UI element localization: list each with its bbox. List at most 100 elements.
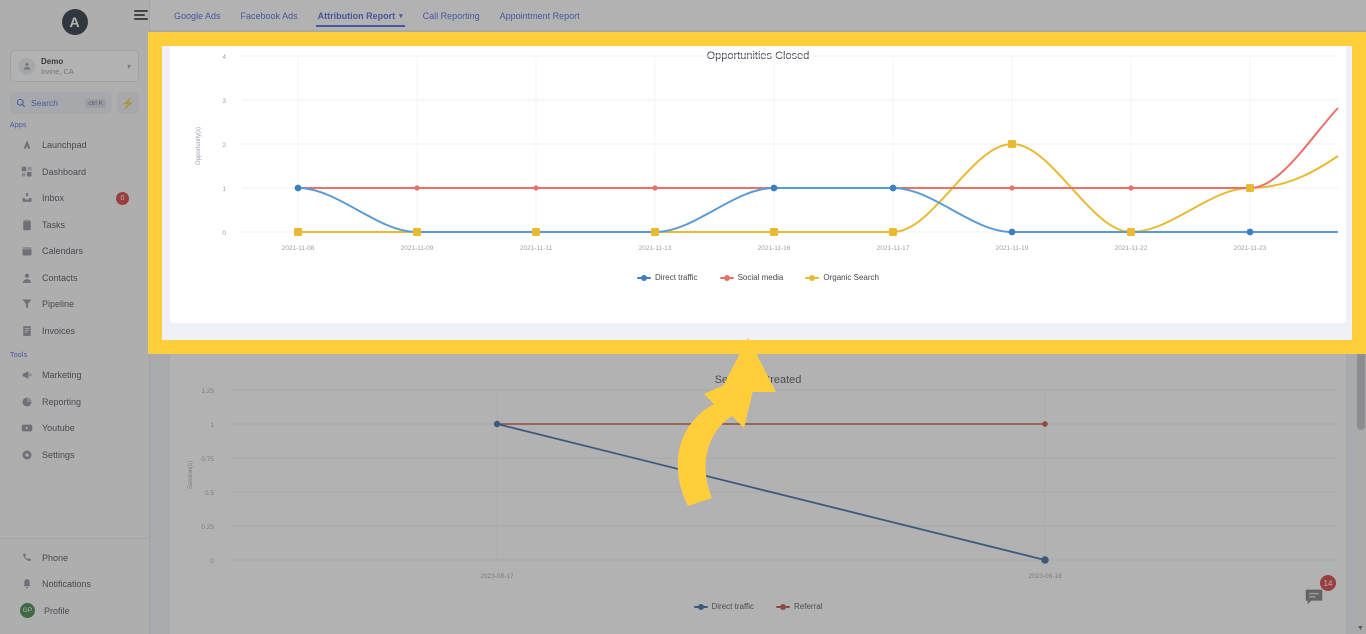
sidebar-item-label: Contacts [42,272,78,283]
sidebar-item-label: Phone [42,552,69,563]
tab-label: Appointment Report [499,10,580,21]
sidebar-item-reporting[interactable]: Reporting [0,389,149,416]
sidebar-item-label: Launchpad [42,140,87,151]
inbox-icon [20,192,33,205]
sidebar-item-label: Invoices [42,325,76,336]
sidebar-item-label: Profile [44,605,70,616]
chat-widget-button[interactable]: 14 [1295,575,1336,616]
sidebar-item-calendars[interactable]: Calendars [0,238,149,265]
legend-marker [693,603,708,610]
sidebar-item-label: Marketing [42,370,82,381]
bolt-icon: ⚡ [121,97,135,110]
legend-label: Direct traffic [711,602,755,611]
tab-label: Attribution Report [317,10,396,21]
tab-label: Google Ads [174,10,221,21]
sessions-legend: Direct traffic Referral [170,602,1346,611]
avatar: GP [20,603,35,619]
search-row: Search ctrl K ⚡ [10,92,139,114]
grid-icon [20,165,33,178]
sidebar-item-inbox[interactable]: Inbox 0 [0,185,149,212]
sidebar-item-pipeline[interactable]: Pipeline [0,291,149,318]
legend-label: Referral [794,602,823,611]
search-shortcut: ctrl K [85,98,106,108]
tab-label: Facebook Ads [240,10,298,21]
sidebar-item-label: Notifications [42,579,92,590]
svg-text:0: 0 [210,558,214,565]
sidebar-item-phone[interactable]: Phone [0,545,149,572]
sidebar-item-label: Tasks [42,219,66,230]
svg-text:0.25: 0.25 [201,524,214,531]
legend-marker [776,603,791,610]
sidebar-item-tasks[interactable]: Tasks [0,212,149,239]
person-icon [20,271,33,284]
sidebar-item-launchpad[interactable]: Launchpad [0,132,149,159]
sidebar-section-apps: Apps [10,122,27,129]
legend-item[interactable]: Referral [776,602,822,611]
tab-label: Call Reporting [422,10,480,21]
svg-text:0.5: 0.5 [205,490,214,497]
account-text: Demo Irvine, CA [41,57,127,76]
logo-letter: A [61,9,88,35]
sidebar-item-label: Dashboard [42,166,87,177]
sidebar-item-label: Inbox [42,193,65,204]
phone-icon [20,551,33,564]
search-icon [16,98,26,108]
sidebar-bottom: Phone Notifications GP Profile [0,537,149,634]
chat-badge: 14 [1320,575,1336,591]
account-switcher[interactable]: Demo Irvine, CA ▾ [10,50,139,82]
pie-chart-icon [20,395,33,408]
chevron-down-icon: ▾ [399,12,403,20]
youtube-icon [20,422,33,435]
sidebar-item-label: Reporting [42,396,82,407]
highlight-border [148,32,1366,354]
sidebar-item-label: Pipeline [42,299,75,310]
funnel-icon [20,298,33,311]
sidebar-item-notifications[interactable]: Notifications [0,571,149,598]
calendar-icon [20,245,33,258]
account-location: Irvine, CA [41,66,74,76]
sidebar-item-marketing[interactable]: Marketing [0,362,149,389]
quick-action-button[interactable]: ⚡ [117,92,139,114]
sidebar-item-label: Youtube [42,423,75,434]
clipboard-icon [20,218,33,231]
tab-attribution-report[interactable]: Attribution Report ▾ [308,4,413,27]
sidebar-section-tools: Tools [10,352,28,359]
hamburger-icon[interactable] [134,10,156,20]
sidebar-item-dashboard[interactable]: Dashboard [0,159,149,186]
svg-text:2023-08-17: 2023-08-17 [480,573,514,580]
sidebar-item-youtube[interactable]: Youtube [0,415,149,442]
sidebar-item-profile[interactable]: GP Profile [0,598,149,625]
chevron-down-icon: ▾ [126,61,131,71]
search-label: Search [31,98,58,108]
svg-text:1.25: 1.25 [201,388,214,395]
inbox-badge: 0 [116,191,129,205]
sidebar-item-label: Settings [42,449,75,460]
account-avatar-icon [18,57,35,75]
sidebar: A Demo Irvine, CA ▾ Search ctrl K ⚡ Apps… [0,0,150,634]
sidebar-item-invoices[interactable]: Invoices [0,318,149,345]
svg-text:Session(s): Session(s) [188,461,194,489]
top-navigation: Google Ads Facebook Ads Attribution Repo… [134,0,1366,30]
svg-text:2023-08-18: 2023-08-18 [1028,573,1062,580]
tab-call-reporting[interactable]: Call Reporting [413,4,490,27]
legend-item[interactable]: Direct traffic [693,602,755,611]
svg-text:0.75: 0.75 [201,456,214,463]
svg-text:1: 1 [210,422,214,429]
account-name: Demo [41,56,64,66]
sidebar-item-contacts[interactable]: Contacts [0,265,149,292]
tab-appointment-report[interactable]: Appointment Report [490,4,590,27]
annotation-arrow-icon [677,338,776,506]
invoice-icon [20,324,33,337]
megaphone-icon [20,369,33,382]
chat-bubble-icon [1305,589,1323,605]
app-logo[interactable]: A [0,0,149,44]
sidebar-item-label: Calendars [42,246,84,257]
rocket-icon [20,139,33,152]
tab-facebook-ads[interactable]: Facebook Ads [231,4,308,27]
tab-google-ads[interactable]: Google Ads [164,4,231,27]
sidebar-item-settings[interactable]: Settings [0,442,149,469]
search-input[interactable]: Search ctrl K [10,92,112,114]
chevron-down-icon[interactable]: ▼ [1355,625,1366,632]
gear-icon [20,448,33,461]
